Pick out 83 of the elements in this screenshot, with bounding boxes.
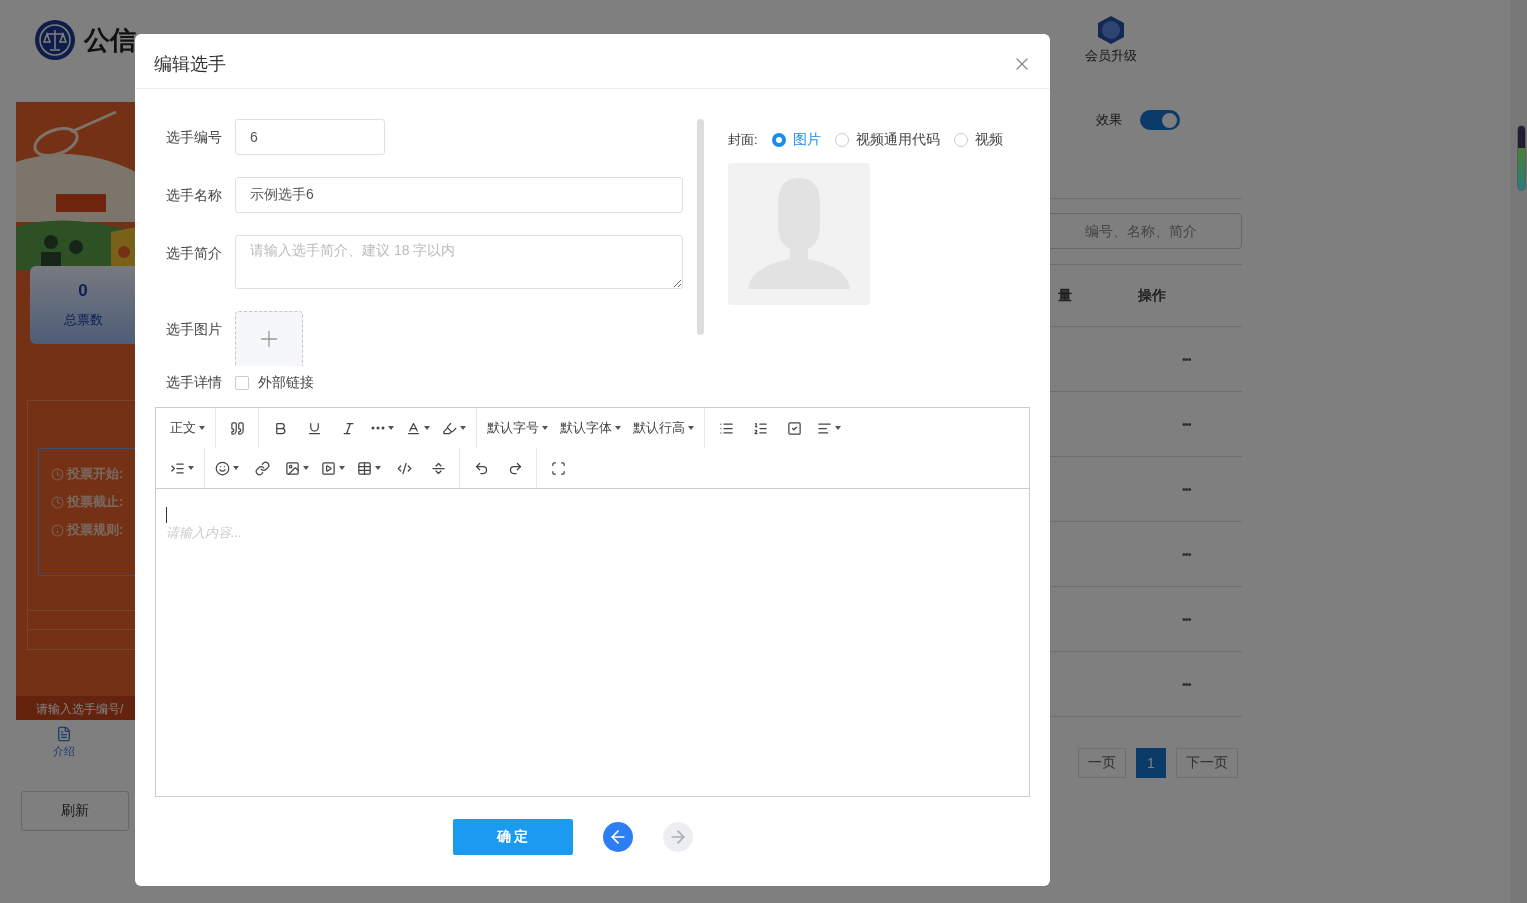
column-header: 量: [1057, 286, 1072, 305]
caret-icon: [615, 426, 621, 430]
font-size-dropdown[interactable]: 默认字号: [483, 413, 552, 443]
logo-text: 公信: [84, 23, 136, 57]
radio-option[interactable]: 图片: [771, 131, 821, 149]
more-actions[interactable]: •••: [1182, 613, 1191, 625]
info-label: 投票开始:: [67, 465, 124, 483]
vote-count-label: 总票数: [63, 311, 103, 329]
toggle-label: 效果: [1096, 111, 1122, 129]
font-family-dropdown[interactable]: 默认字体: [556, 413, 625, 443]
caret-icon: [303, 466, 309, 470]
vip-upgrade-link[interactable]: 会员升级: [1085, 15, 1137, 65]
search-field[interactable]: 请输入选手编号/: [16, 696, 136, 720]
bullet-list-icon: [718, 420, 734, 436]
info-label: 投票截止:: [67, 493, 124, 511]
fullscreen-icon: [550, 460, 566, 476]
radio-option[interactable]: 视频: [953, 131, 1003, 149]
prev-page-button[interactable]: 一页: [1078, 748, 1126, 778]
numbered-list-icon: [752, 420, 768, 436]
more-icon: [371, 426, 385, 430]
caret-icon: [233, 466, 239, 470]
line-height-dropdown[interactable]: 默认行高: [629, 413, 698, 443]
align-icon: [817, 420, 832, 436]
input-field[interactable]: 示例选手6: [235, 177, 683, 213]
clock-icon: [51, 495, 64, 509]
previous-button[interactable]: [602, 822, 633, 852]
link-icon: [254, 460, 270, 476]
checklist-icon: [786, 420, 802, 436]
table-icon: [357, 460, 372, 476]
emoji-icon: [215, 460, 230, 476]
caret-icon: [339, 466, 345, 470]
caret-icon: [688, 426, 694, 430]
info-label: 投票规则:: [67, 521, 124, 539]
caret-icon: [188, 466, 194, 470]
scales-logo-icon: [34, 19, 76, 61]
highlighter-icon: [442, 420, 457, 436]
field-label: 封面:: [728, 131, 758, 149]
info-icon: [51, 523, 64, 537]
font-color-icon: [406, 420, 421, 436]
radio-option[interactable]: 视频通用代码: [834, 131, 940, 149]
caret-icon: [375, 466, 381, 470]
page-button[interactable]: 1: [1136, 748, 1166, 778]
input-field[interactable]: 6: [235, 119, 385, 155]
dialog-title: 编辑选手: [154, 53, 226, 76]
code-icon: [396, 460, 412, 476]
caret-icon: [542, 426, 548, 430]
field-label: 选手名称: [165, 186, 223, 205]
caret-icon: [460, 426, 466, 430]
redo-icon: [507, 460, 523, 476]
column-header: 操作: [1137, 286, 1167, 305]
indent-icon: [170, 460, 185, 476]
field-label: 选手详情: [166, 374, 223, 392]
intro-tab[interactable]: 介绍: [16, 726, 111, 759]
video-icon: [321, 460, 336, 476]
more-actions[interactable]: •••: [1182, 418, 1191, 430]
field-label: 选手图片: [165, 320, 223, 339]
more-actions[interactable]: •••: [1182, 353, 1191, 365]
more-actions[interactable]: •••: [1182, 483, 1191, 495]
divider-icon: [430, 460, 446, 476]
field-label: 选手编号: [165, 128, 223, 147]
caret-icon: [424, 426, 430, 430]
refresh-button[interactable]: 刷新: [21, 791, 129, 831]
caret-icon: [388, 426, 394, 430]
more-actions[interactable]: •••: [1182, 548, 1191, 560]
confirm-button[interactable]: 确 定: [452, 819, 573, 855]
field-label: 选手简介: [165, 244, 223, 263]
underline-icon: [306, 420, 322, 436]
scroll-thumb: [1517, 125, 1526, 191]
quote-icon: [229, 420, 245, 436]
toggle-switch[interactable]: [1140, 110, 1180, 130]
vote-count: 0: [78, 281, 88, 301]
more-actions[interactable]: •••: [1182, 678, 1191, 690]
undo-icon: [473, 460, 489, 476]
paragraph-dropdown[interactable]: 正文: [166, 413, 209, 443]
next-page-button[interactable]: 下一页: [1176, 748, 1238, 778]
document-icon: [55, 726, 72, 742]
caret-icon: [835, 426, 841, 430]
italic-icon: [340, 420, 356, 436]
caret-icon: [199, 426, 205, 430]
external-link-checkbox[interactable]: 外部链接: [235, 374, 314, 392]
image-icon: [285, 460, 300, 476]
input-field[interactable]: 请输入选手简介、建议 18 字以内: [235, 235, 683, 289]
clock-icon: [51, 467, 64, 481]
